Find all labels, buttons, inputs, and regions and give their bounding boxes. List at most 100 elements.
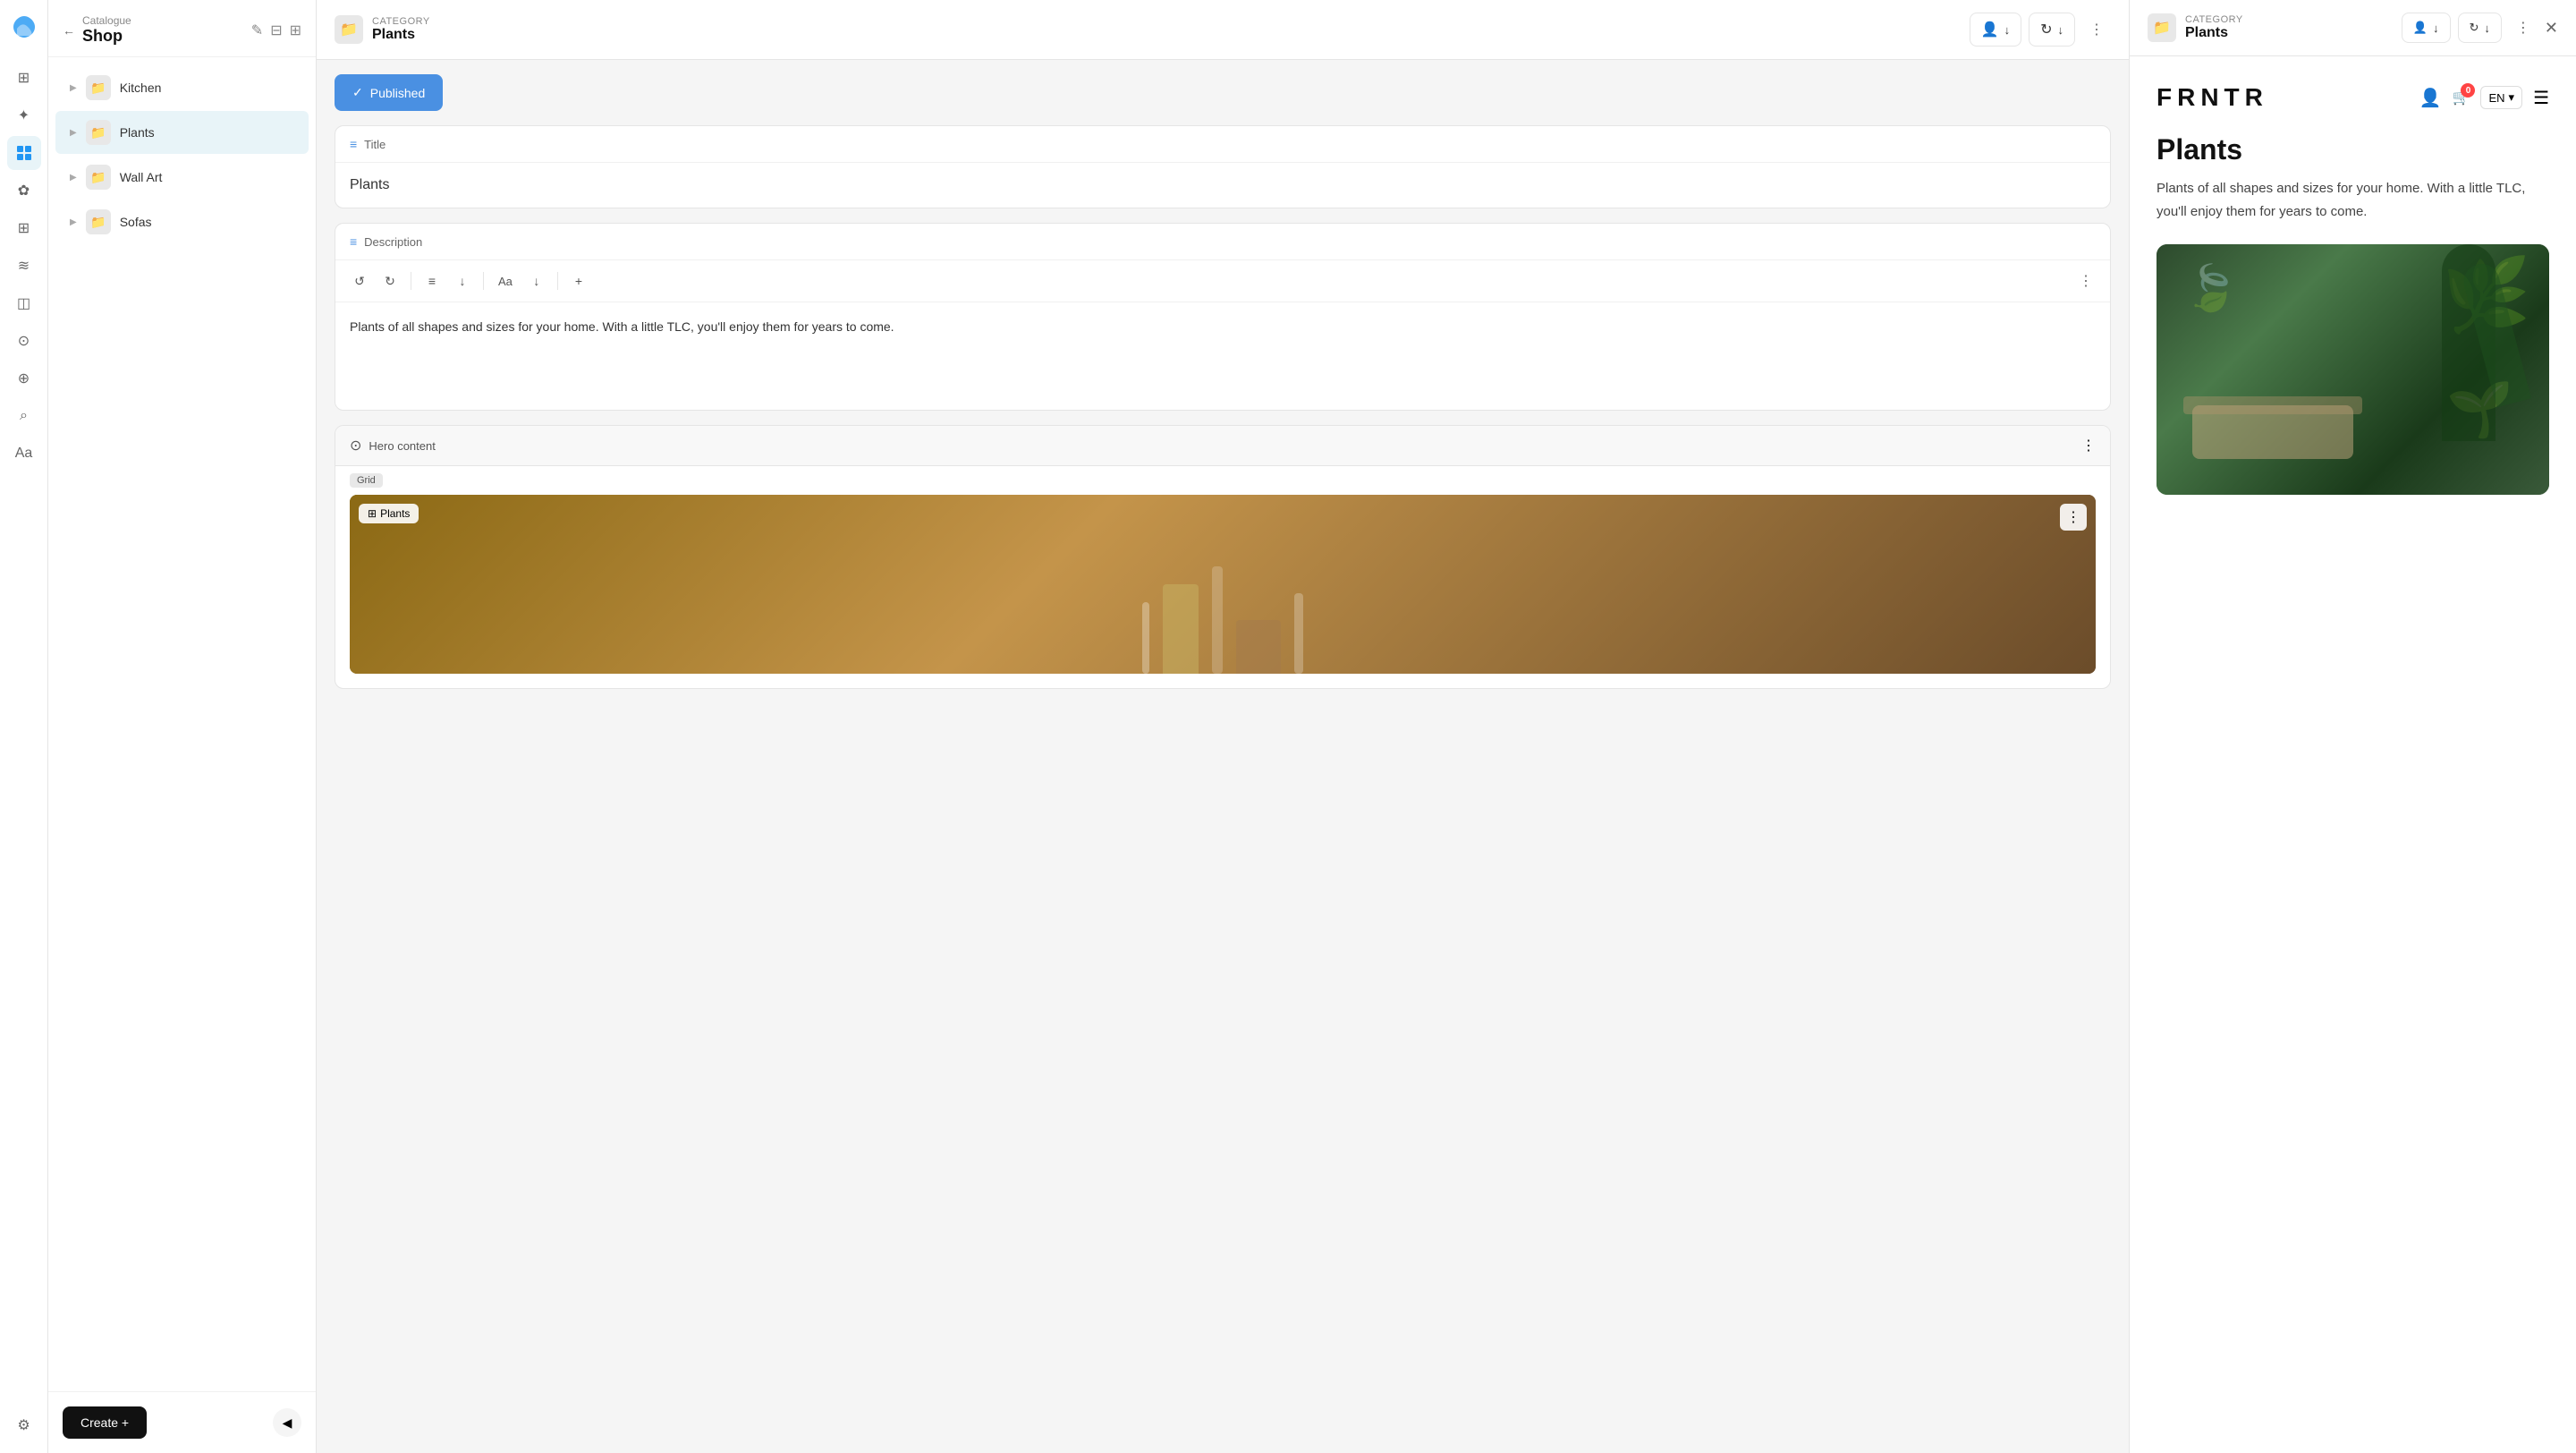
editor-topbar-left: 📁 Category Plants (335, 15, 430, 44)
title-section: ≡ Title (335, 125, 2111, 208)
sidebar-item-sofas[interactable]: ▶ 📁 Sofas (55, 200, 309, 243)
category-folder-icon: 📁 (335, 15, 363, 44)
sidebar-item-grid[interactable]: ⊞ (7, 211, 41, 245)
preview-topbar-left: 📁 Category Plants (2148, 13, 2243, 42)
title-input[interactable] (335, 163, 2110, 208)
layout-icon[interactable]: ⊟ (270, 21, 282, 39)
icon-bar-bottom: ⚙ (7, 1408, 41, 1442)
app-logo[interactable] (8, 11, 40, 43)
editor-topbar-right: 👤 ↓ ↻ ↓ ⋮ (1970, 13, 2111, 47)
redo-button[interactable]: ↻ (377, 268, 403, 294)
title-section-label: Title (364, 138, 386, 151)
sidebar-item-settings[interactable]: ⚙ (7, 1408, 41, 1442)
cart-badge: 0 (2461, 83, 2475, 98)
published-label: Published (370, 86, 426, 100)
add-button[interactable]: + (565, 268, 592, 294)
sidebar-items: ▶ 📁 Kitchen ▶ 📁 Plants ▶ 📁 Wall Art ▶ 📁 … (48, 57, 316, 1391)
preview-topbar: 📁 Category Plants 👤 ↓ ↻ ↓ ⋮ ✕ (2130, 0, 2576, 56)
sidebar-item-data[interactable]: ≋ (7, 249, 41, 283)
lang-label: EN (2488, 91, 2504, 105)
sidebar-item-integrations[interactable]: ✿ (7, 174, 41, 208)
frntr-user-icon[interactable]: 👤 (2419, 87, 2442, 109)
font-button[interactable]: Aa (491, 268, 520, 294)
preview-person-icon: 👤 (2413, 21, 2428, 35)
chevron-right-icon: ▶ (70, 128, 77, 138)
sidebar-item-plants[interactable]: ▶ 📁 Plants (55, 111, 309, 154)
lang-arrow-icon: ▾ (2509, 90, 2515, 105)
sidebar-item-analytics[interactable]: ✦ (7, 98, 41, 132)
create-button[interactable]: Create + (63, 1406, 147, 1439)
check-icon: ✓ (352, 85, 363, 100)
plants-label: Plants (120, 125, 155, 140)
preview-btn-1[interactable]: 👤 ↓ (2402, 13, 2451, 43)
edit-icon[interactable]: ✎ (251, 21, 263, 39)
preview-btn-2-arrow: ↓ (2484, 21, 2490, 35)
topbar-btn-2[interactable]: ↻ ↓ (2029, 13, 2075, 47)
published-badge: ✓ Published (335, 74, 443, 111)
undo-button[interactable]: ↺ (346, 268, 373, 294)
collapse-button[interactable]: ◀ (273, 1408, 301, 1437)
sofas-folder-icon: 📁 (86, 209, 111, 234)
align-down-button[interactable]: ↓ (449, 268, 476, 294)
plants-folder-icon: 📁 (86, 120, 111, 145)
align-button[interactable]: ≡ (419, 268, 445, 294)
preview-category-folder-icon: 📁 (2148, 13, 2176, 42)
wall-art-folder-icon: 📁 (86, 165, 111, 190)
sidebar-item-filter[interactable]: ⊙ (7, 324, 41, 358)
description-content[interactable]: Plants of all shapes and sizes for your … (335, 302, 2110, 410)
sidebar-item-wall-art[interactable]: ▶ 📁 Wall Art (55, 156, 309, 199)
hero-image: ⊞ Plants ⋮ (350, 495, 2096, 674)
description-section: ≡ Description ↺ ↻ ≡ ↓ Aa ↓ + ⋮ Plants of… (335, 223, 2111, 411)
preview-sync-icon: ↻ (2470, 21, 2479, 35)
hero-more-button[interactable]: ⋮ (2081, 437, 2096, 455)
preview-panel: 📁 Category Plants 👤 ↓ ↻ ↓ ⋮ ✕ FRNTR 👤 (2129, 0, 2576, 1453)
kitchen-folder-icon: 📁 (86, 75, 111, 100)
font-down-button[interactable]: ↓ (523, 268, 550, 294)
plants-tag-icon: ⊞ (368, 507, 377, 520)
chevron-right-icon: ▶ (70, 173, 77, 183)
person-icon: 👤 (1981, 21, 1999, 38)
sidebar-header: ← Catalogue Shop ✎ ⊟ ⊞ (48, 0, 316, 57)
preview-more-button[interactable]: ⋮ (2509, 13, 2538, 42)
preview-category-name: Plants (2185, 25, 2243, 41)
preview-category-label: Category (2185, 14, 2243, 25)
wall-art-label: Wall Art (120, 170, 163, 184)
topbar-btn-1[interactable]: 👤 ↓ (1970, 13, 2021, 47)
sidebar-back-button[interactable]: ← (63, 23, 75, 38)
hero-plants-tag: ⊞ Plants (359, 504, 419, 523)
hero-header-icon: ⊙ (350, 437, 361, 455)
sidebar-item-pages[interactable] (7, 136, 41, 170)
frntr-cart-icon[interactable]: 🛒 0 (2453, 89, 2470, 106)
sidebar-item-database[interactable]: ◫ (7, 286, 41, 320)
sidebar-title: Shop (82, 27, 131, 46)
preview-btn-2[interactable]: ↻ ↓ (2458, 13, 2502, 43)
topbar-btn-1-arrow: ↓ (2004, 23, 2011, 37)
hero-image-more[interactable]: ⋮ (2060, 504, 2087, 531)
plants-tag-label: Plants (380, 507, 410, 520)
sidebar-item-search[interactable]: ⌕ (7, 399, 41, 433)
description-section-icon: ≡ (350, 234, 357, 249)
description-more-button[interactable]: ⋮ (2072, 268, 2099, 294)
preview-category-desc: Plants of all shapes and sizes for your … (2157, 177, 2549, 223)
hero-section-label: Hero content (369, 439, 435, 453)
hamburger-icon[interactable]: ☰ (2533, 87, 2549, 109)
sidebar-item-home[interactable]: ⊞ (7, 61, 41, 95)
sidebar-footer: Create + ◀ (48, 1391, 316, 1453)
frntr-nav-icons: 👤 🛒 0 EN ▾ ☰ (2419, 86, 2549, 109)
toolbar-separator-2 (483, 272, 484, 290)
preview-close-button[interactable]: ✕ (2545, 19, 2558, 38)
preview-topbar-right: 👤 ↓ ↻ ↓ ⋮ ✕ (2402, 13, 2558, 43)
title-section-icon: ≡ (350, 137, 357, 151)
editor-topbar-more[interactable]: ⋮ (2082, 15, 2111, 44)
sidebar-item-users[interactable]: ⊕ (7, 361, 41, 395)
sidebar-item-kitchen[interactable]: ▶ 📁 Kitchen (55, 66, 309, 109)
description-section-header: ≡ Description (335, 224, 2110, 260)
lang-selector[interactable]: EN ▾ (2480, 86, 2522, 109)
topbar-btn-2-arrow: ↓ (2058, 23, 2064, 37)
category-label: Category (372, 16, 430, 27)
sync-icon: ↻ (2040, 21, 2052, 38)
chevron-right-icon: ▶ (70, 217, 77, 227)
sidebar-item-text[interactable]: Aa (7, 437, 41, 471)
image-icon[interactable]: ⊞ (290, 21, 301, 39)
preview-hero-image: 🌿 🍃 🌱 Shining Plants (2157, 244, 2549, 495)
